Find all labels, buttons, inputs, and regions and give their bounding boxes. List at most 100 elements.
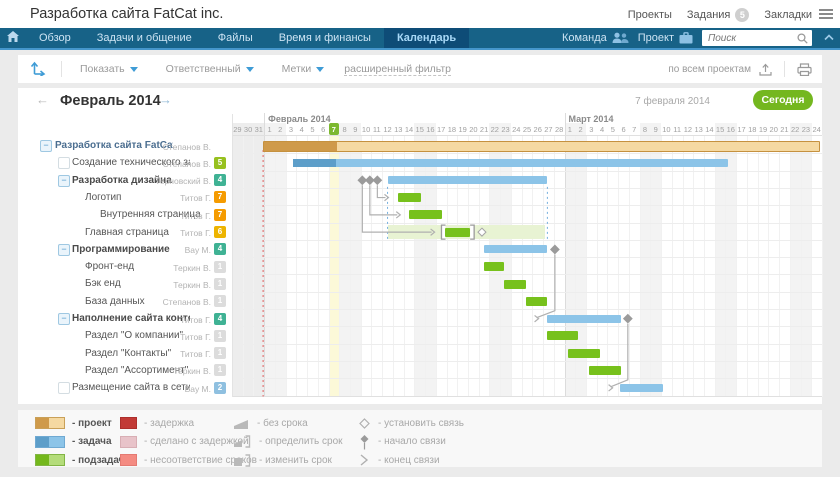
day-grid-line	[393, 135, 394, 397]
gantt-bar-sub[interactable]	[409, 210, 442, 219]
nav-tab-item[interactable]: Файлы	[205, 28, 266, 48]
task-name: Программирование	[72, 244, 170, 255]
day-cell: 6	[318, 123, 329, 136]
gantt-bar-task[interactable]	[388, 176, 548, 184]
gantt-bar-sub[interactable]	[504, 280, 525, 289]
menu-icon[interactable]	[819, 9, 833, 21]
filter-dropdown[interactable]: Ответственный	[166, 63, 254, 75]
task-row[interactable]: Фронт-ендТеркин В.1	[18, 258, 232, 275]
task-checkbox[interactable]	[58, 382, 70, 394]
gantt-bar-task[interactable]	[293, 159, 727, 167]
project-link[interactable]: Проект	[638, 32, 693, 44]
filter-toolbar: Показать Ответственный Метки расширенный ф…	[18, 55, 822, 83]
task-row[interactable]: База данныхСтепанов В.1	[18, 293, 232, 310]
search-input[interactable]	[706, 32, 797, 45]
filter-dropdown[interactable]: Показать	[80, 63, 138, 75]
task-row[interactable]: −ПрограммированиеВау М.4	[18, 241, 232, 258]
collapse-toggle[interactable]: −	[58, 313, 70, 325]
connections-icon[interactable]	[30, 60, 47, 79]
task-row[interactable]: ЛоготипТитов Г.7	[18, 189, 232, 206]
gantt-bar-sub[interactable]	[445, 228, 470, 237]
task-badge: 4	[214, 174, 226, 186]
day-grid-line	[243, 135, 244, 397]
task-name: Раздел "Контакты"	[85, 348, 171, 359]
task-row[interactable]: Раздел "Контакты"Титов Г.1	[18, 345, 232, 362]
scope-selector[interactable]: по всем проектам	[668, 64, 751, 75]
top-link[interactable]: Задания5	[687, 8, 749, 22]
link-start-diamond	[366, 176, 374, 184]
day-cell: 18	[447, 123, 458, 136]
export-icon[interactable]	[759, 63, 772, 76]
gantt-bar-sub[interactable]	[526, 297, 547, 306]
day-cell: 15	[715, 123, 726, 136]
day-grid-line	[661, 135, 662, 397]
gantt-bar-sub[interactable]	[547, 331, 578, 340]
nav-tab-item[interactable]: Задачи и общение	[84, 28, 205, 48]
gantt-bar-project[interactable]	[263, 141, 820, 152]
task-row[interactable]: −Разработка дизайнаТерновский В.4	[18, 172, 232, 189]
link-end-arrow	[384, 194, 388, 200]
task-row[interactable]: Раздел "О компании"Титов Г.1	[18, 327, 232, 344]
gantt-bar-sub[interactable]	[484, 262, 504, 271]
task-row[interactable]: Раздел "Ассортимент"Теркин В.1	[18, 362, 232, 379]
legend-swatch	[35, 417, 65, 429]
task-row[interactable]: Размещение сайта в сетиВау М.2	[18, 379, 232, 396]
task-row[interactable]: Создание технического задаСтепанов В.5	[18, 154, 232, 171]
legend-label: - без срока	[257, 418, 308, 429]
day-grid-line	[296, 135, 297, 397]
row-separator	[232, 326, 822, 327]
gantt-bar-task[interactable]	[547, 315, 621, 323]
day-grid-line	[715, 135, 716, 397]
nav-tab-active[interactable]: Календарь	[384, 28, 469, 48]
chevron-up-icon	[824, 34, 834, 41]
collapse-toggle[interactable]: −	[58, 175, 70, 187]
gantt-bar-sub[interactable]	[589, 366, 621, 375]
legend-item: - начало связи	[358, 435, 446, 449]
task-checkbox[interactable]	[58, 157, 70, 169]
task-row[interactable]: Внутренняя страницаТитов Г.7	[18, 206, 232, 223]
advanced-filter-link[interactable]: расширенный фильтр	[344, 63, 451, 76]
print-icon[interactable]	[797, 63, 812, 76]
collapse-panel-button[interactable]	[821, 32, 837, 44]
home-icon[interactable]	[0, 31, 26, 45]
task-assignee: Титов Г.	[180, 228, 211, 238]
day-cell: 14	[404, 123, 415, 136]
task-row[interactable]: Бэк ендТеркин В.1	[18, 275, 232, 292]
nav-right: Команда Проект	[562, 30, 840, 46]
gantt-bar-sub[interactable]	[398, 193, 421, 202]
task-badge: 7	[214, 191, 226, 203]
top-link[interactable]: Проекты	[628, 9, 672, 21]
legend-label: - определить срок	[259, 436, 343, 447]
row-separator	[232, 292, 822, 293]
row-separator	[232, 223, 822, 224]
toolbar-right: по всем проектам	[668, 61, 822, 77]
legend-label: - задержка	[144, 418, 194, 429]
nav-tab-item[interactable]: Время и финансы	[266, 28, 384, 48]
collapse-toggle[interactable]: −	[58, 244, 70, 256]
gantt-bar-task[interactable]	[620, 384, 663, 392]
day-cell: 3	[286, 123, 297, 136]
task-assignee: Степанов В.	[163, 297, 211, 307]
day-grid-line	[329, 135, 330, 397]
team-link[interactable]: Команда	[562, 32, 629, 44]
legend-item: - проект	[35, 416, 112, 430]
task-row[interactable]: Главная страницаТитов Г.6	[18, 224, 232, 241]
day-cell: 15	[414, 123, 425, 136]
top-link[interactable]: Закладки	[764, 9, 812, 21]
legend-item: - определить срок	[233, 435, 343, 449]
legend-item: - установить связь	[358, 416, 464, 430]
task-row[interactable]: −Разработка сайта FatCat iСтепанов В.	[18, 137, 232, 154]
link-end-arrow	[535, 315, 539, 321]
filter-dropdown[interactable]: Метки	[282, 63, 325, 75]
search-icon[interactable]	[797, 33, 808, 44]
day-cell: 4	[597, 123, 608, 136]
task-row[interactable]: −Наполнение сайта контентомТитов Г.4	[18, 310, 232, 327]
collapse-toggle[interactable]: −	[40, 140, 52, 152]
link-end-icon	[358, 453, 371, 467]
nav-tab-item[interactable]: Обзор	[26, 28, 84, 48]
nav-accent-strip	[0, 48, 840, 50]
task-assignee: Теркин В.	[173, 366, 211, 376]
gantt-bar-sub[interactable]	[568, 349, 600, 358]
gantt-bar-task[interactable]	[484, 245, 547, 253]
day-grid-line	[779, 135, 780, 397]
